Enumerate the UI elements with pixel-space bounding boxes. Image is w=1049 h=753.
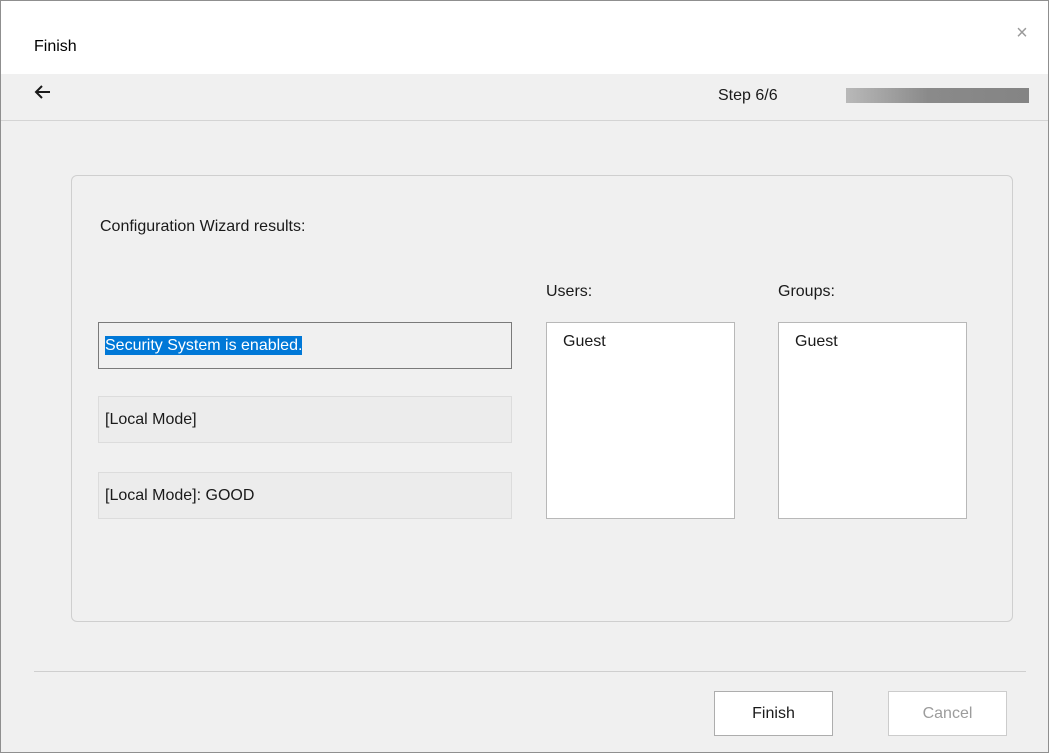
users-label: Users: — [546, 283, 593, 300]
step-bar: Step 6/6 — [1, 74, 1048, 121]
list-item[interactable]: Guest — [563, 331, 734, 353]
back-button[interactable] — [34, 83, 56, 101]
progress-bar — [846, 88, 1029, 103]
finish-button[interactable]: Finish — [714, 691, 833, 736]
footer-divider — [34, 671, 1026, 672]
cancel-button[interactable]: Cancel — [888, 691, 1007, 736]
mode-status-field[interactable]: [Local Mode]: GOOD — [98, 472, 512, 519]
results-heading: Configuration Wizard results: — [100, 218, 306, 235]
dialog-title: Finish — [34, 38, 77, 55]
groups-label: Groups: — [778, 283, 835, 300]
groups-listbox[interactable]: Guest — [778, 322, 967, 519]
title-bar: Finish × — [1, 1, 1048, 74]
users-listbox[interactable]: Guest — [546, 322, 735, 519]
close-icon[interactable]: × — [1012, 23, 1032, 43]
step-indicator: Step 6/6 — [718, 87, 778, 104]
arrow-left-icon — [34, 85, 50, 99]
list-item[interactable]: Guest — [795, 331, 966, 353]
security-status-text: Security System is enabled. — [105, 336, 303, 355]
mode-field[interactable]: [Local Mode] — [98, 396, 512, 443]
wizard-dialog: Finish × Step 6/6 Configuration Wizard r… — [0, 0, 1049, 753]
security-status-field[interactable]: Security System is enabled. — [98, 322, 512, 369]
progress-fill — [846, 88, 1029, 103]
